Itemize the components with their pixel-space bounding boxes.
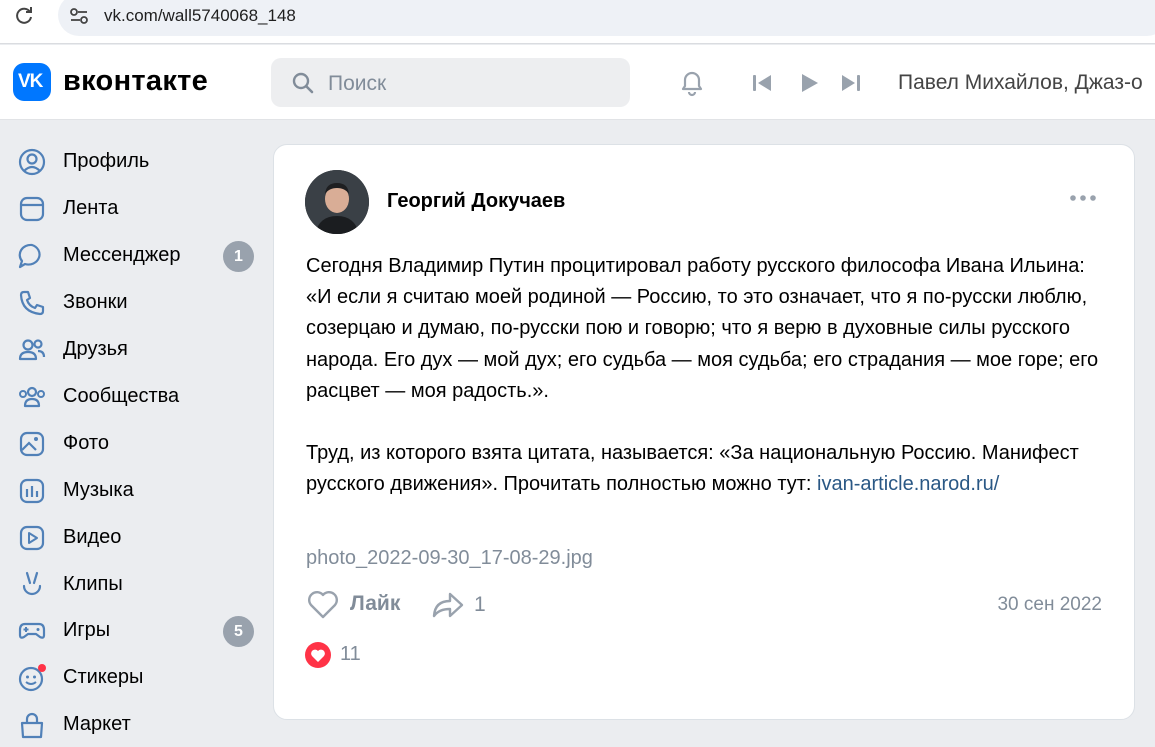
wall-post: Георгий Докучаев Сегодня Владимир Путин … <box>273 144 1135 720</box>
post-paragraph-1: Сегодня Владимир Путин процитировал рабо… <box>306 255 1099 402</box>
vk-logo-text: VK <box>18 71 43 92</box>
previous-track-icon[interactable] <box>750 71 774 95</box>
more-options-icon[interactable] <box>1068 191 1098 205</box>
sidebar-item-label: Музыка <box>63 479 134 501</box>
search-icon <box>292 72 314 94</box>
friends-icon <box>18 339 46 361</box>
browser-toolbar: vk.com/wall5740068_148 <box>0 0 1155 44</box>
post-author-name[interactable]: Георгий Докучаев <box>387 190 565 213</box>
feed-icon <box>19 196 45 222</box>
sidebar-item-video[interactable]: Видео <box>0 516 270 560</box>
play-icon[interactable] <box>797 71 821 95</box>
sidebar-item-label: Друзья <box>63 338 128 360</box>
share-count: 1 <box>474 593 486 616</box>
notifications-bell-icon[interactable] <box>676 67 708 99</box>
video-icon <box>19 525 45 551</box>
music-icon <box>19 478 45 504</box>
sidebar-item-profile[interactable]: Профиль <box>0 140 270 184</box>
reaction-count: 11 <box>340 643 361 665</box>
unread-count-badge: 1 <box>223 241 254 272</box>
stickers-icon <box>18 664 46 692</box>
share-arrow-icon <box>432 592 464 618</box>
sidebar-item-label: Лента <box>63 197 119 219</box>
like-label: Лайк <box>350 592 401 615</box>
sidebar-item-label: Сообщества <box>63 385 180 407</box>
reload-icon[interactable] <box>12 4 36 28</box>
sidebar-item-label: Стикеры <box>63 666 144 688</box>
now-playing-track[interactable]: Павел Михайлов, Джаз-о <box>898 71 1143 95</box>
sidebar-item-clips[interactable]: Клипы <box>0 563 270 607</box>
author-avatar[interactable] <box>305 170 369 234</box>
sidebar-item-photos[interactable]: Фото <box>0 422 270 466</box>
communities-icon <box>19 386 45 408</box>
sidebar-item-stickers[interactable]: Стикеры <box>0 656 270 700</box>
games-icon <box>18 622 46 639</box>
sidebar-item-label: Игры <box>63 619 111 641</box>
share-button[interactable]: 1 <box>431 589 491 621</box>
post-text: Сегодня Владимир Путин процитировал рабо… <box>306 251 1106 501</box>
sidebar-item-music[interactable]: Музыка <box>0 469 270 513</box>
sidebar-item-feed[interactable]: Лента <box>0 187 270 231</box>
phone-icon <box>19 290 45 316</box>
sidebar-item-communities[interactable]: Сообщества <box>0 375 270 419</box>
sidebar-item-label: Видео <box>63 526 122 548</box>
sidebar-item-market[interactable]: Маркет <box>0 703 270 747</box>
sidebar-item-games[interactable]: Игры 5 <box>0 609 270 653</box>
sidebar-item-label: Мессенджер <box>63 244 181 266</box>
market-icon <box>20 712 44 739</box>
heart-outline-icon <box>308 591 338 619</box>
url-text[interactable]: vk.com/wall5740068_148 <box>104 5 296 27</box>
photo-icon <box>19 431 45 457</box>
sidebar-item-label: Фото <box>63 432 109 454</box>
sidebar-item-friends[interactable]: Друзья <box>0 328 270 372</box>
post-link[interactable]: ivan-article.narod.ru/ <box>817 473 999 495</box>
avatar-portrait <box>305 170 369 234</box>
sidebar-item-label: Профиль <box>63 150 150 172</box>
sidebar-item-label: Звонки <box>63 291 128 313</box>
heart-reaction-icon <box>305 642 331 668</box>
profile-icon <box>18 148 46 176</box>
sidebar-item-messenger[interactable]: Мессенджер 1 <box>0 234 270 278</box>
search-box[interactable]: Поиск <box>271 58 630 107</box>
games-count-badge: 5 <box>223 616 254 647</box>
messenger-icon <box>18 243 41 269</box>
clips-icon <box>22 571 42 596</box>
sidebar-item-label: Клипы <box>63 573 123 595</box>
sidebar-item-calls[interactable]: Звонки <box>0 281 270 325</box>
search-input[interactable]: Поиск <box>328 72 386 96</box>
attachment-filename[interactable]: photo_2022-09-30_17-08-29.jpg <box>306 547 593 570</box>
next-track-icon[interactable] <box>839 71 863 95</box>
post-date[interactable]: 30 сен 2022 <box>997 594 1102 616</box>
site-settings-icon[interactable] <box>68 5 90 27</box>
sidebar-item-label: Маркет <box>63 713 131 735</box>
vk-header: VK вконтакте Поиск Павел Михайлов, Джаз-… <box>0 45 1155 120</box>
vk-logo[interactable]: VK <box>13 63 51 101</box>
vk-wordmark[interactable]: вконтакте <box>63 65 208 98</box>
